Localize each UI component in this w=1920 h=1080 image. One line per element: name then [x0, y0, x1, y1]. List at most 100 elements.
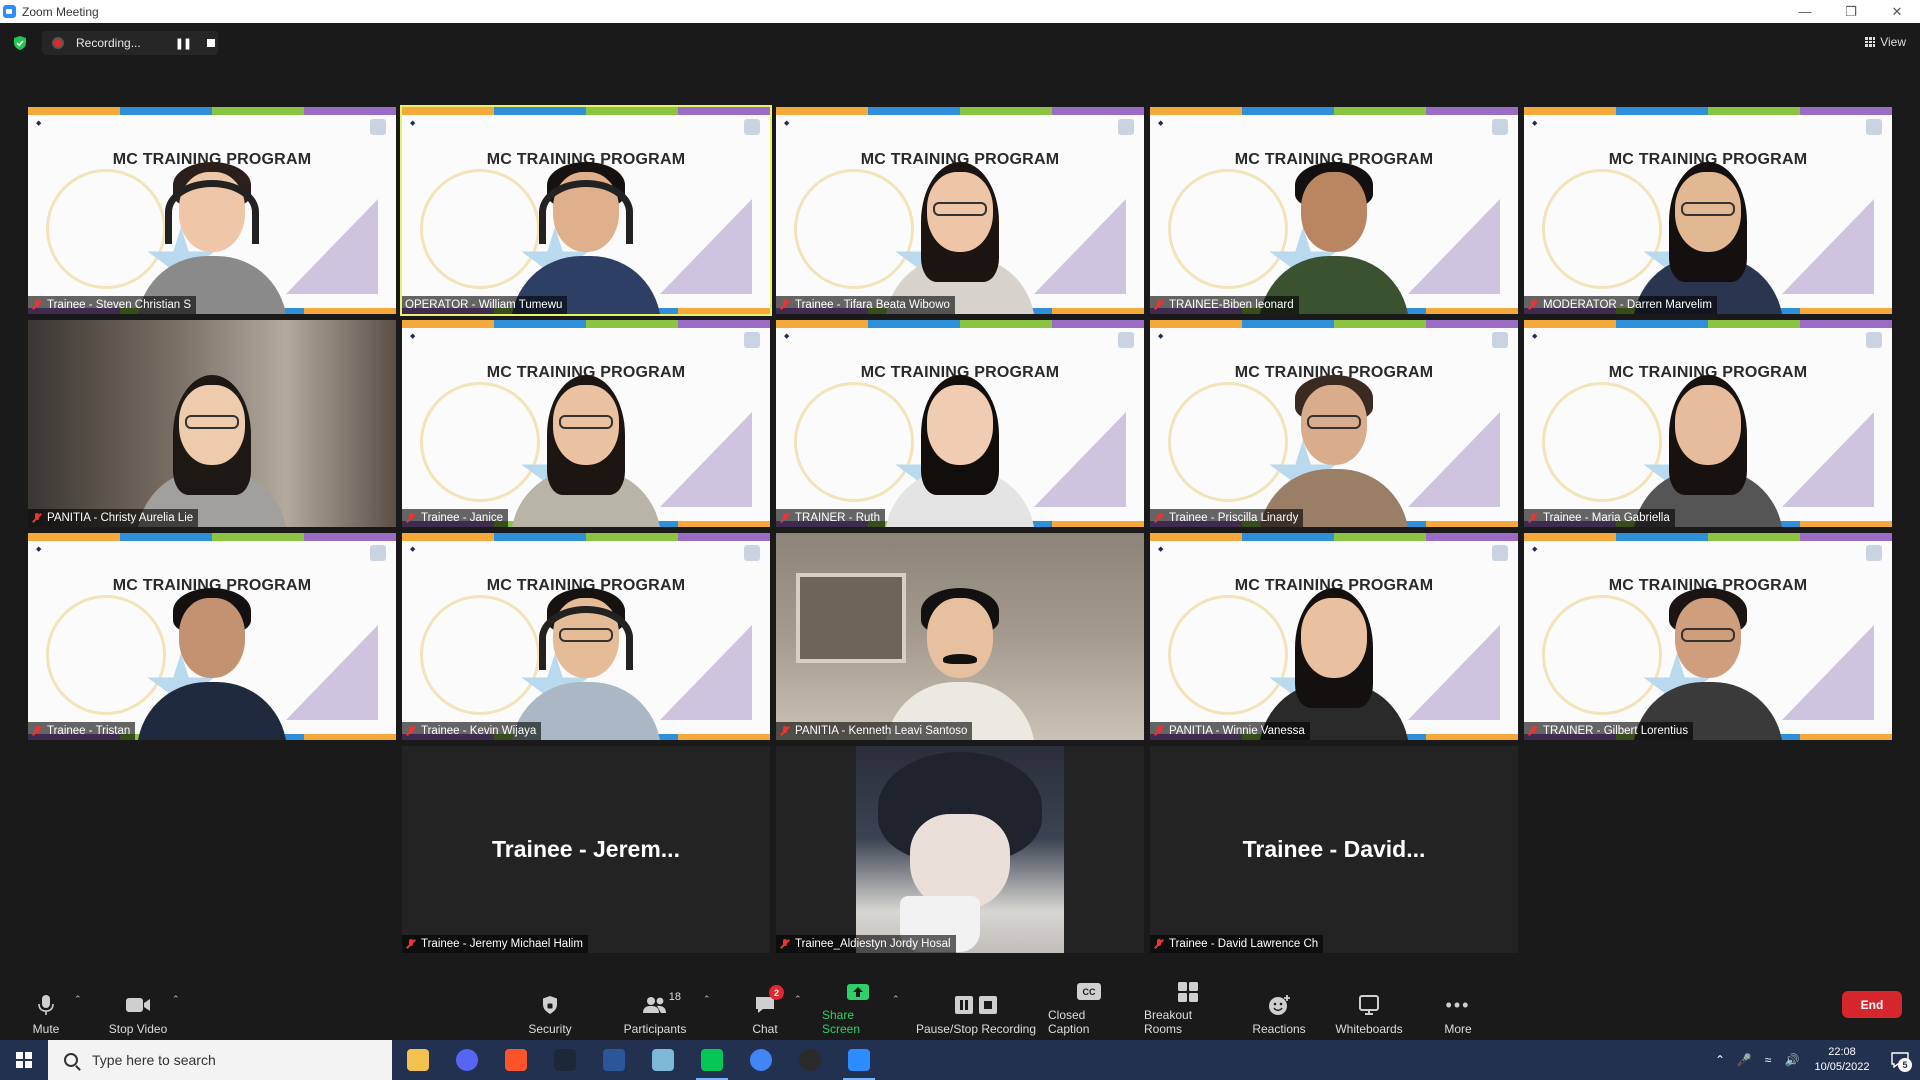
pause-recording-icon[interactable]: ❚❚	[175, 37, 192, 50]
participants-options-chevron-icon[interactable]: ⌃	[703, 994, 711, 1005]
closed-caption-button[interactable]: CC Closed Caption	[1048, 980, 1130, 1038]
participant-name-label: Trainee - Janice	[402, 509, 509, 527]
mic-muted-icon	[405, 512, 417, 524]
whiteboards-button[interactable]: Whiteboards	[1332, 980, 1406, 1038]
participant-tile[interactable]: ◆ MC TRAINING PROGRAM Trainee - Tristan	[28, 533, 396, 740]
share-options-chevron-icon[interactable]: ⌃	[892, 994, 900, 1005]
participant-name: MODERATOR - Darren Marvelim	[1543, 299, 1712, 311]
file-explorer-icon[interactable]	[394, 1040, 442, 1080]
stop-recording-icon[interactable]	[207, 39, 216, 47]
reactions-label: Reactions	[1252, 1022, 1306, 1036]
share-screen-button[interactable]: Share Screen	[822, 980, 894, 1038]
participant-video	[1259, 144, 1409, 314]
mic-muted-icon	[1527, 725, 1539, 737]
obs-icon[interactable]	[786, 1040, 834, 1080]
taskbar-clock[interactable]: 22:08 10/05/2022	[1804, 1045, 1880, 1075]
participant-name-label: Trainee - Steven Christian S	[28, 296, 197, 314]
participant-name-label: PANITIA - Christy Aurelia Lie	[28, 509, 199, 527]
participant-tile[interactable]: ◆ MC TRAINING PROGRAM MODERATOR - Darren M…	[1524, 107, 1892, 314]
binus-crest-icon	[1118, 332, 1134, 348]
stop-video-button[interactable]: Stop Video	[106, 980, 170, 1038]
window-controls: — ❐ ✕	[1782, 0, 1920, 23]
steam-icon[interactable]	[541, 1040, 589, 1080]
more-button[interactable]: ••• More	[1440, 980, 1476, 1038]
participant-tile[interactable]: Trainee - David... Trainee - David Lawren…	[1150, 746, 1518, 953]
participant-tile[interactable]: Trainee - Jerem... Trainee - Jeremy Micha…	[402, 746, 770, 953]
word-icon[interactable]	[590, 1040, 638, 1080]
end-meeting-button[interactable]: End	[1842, 991, 1902, 1018]
participant-tile[interactable]: PANITIA - Christy Aurelia Lie	[28, 320, 396, 527]
participant-tile[interactable]: ◆ MC TRAINING PROGRAM Trainee - Kevin Wija…	[402, 533, 770, 740]
participant-video	[1633, 570, 1783, 740]
participant-name: Trainee - Tristan	[47, 725, 131, 737]
participant-tile[interactable]: ◆ MC TRAINING PROGRAM Trainee - Tifara Bea…	[776, 107, 1144, 314]
view-button[interactable]: View	[1865, 35, 1906, 49]
volume-icon[interactable]: 🔊	[1780, 1053, 1804, 1067]
start-button[interactable]	[0, 1040, 48, 1080]
participant-tile[interactable]: PANITIA - Kenneth Leavi Santoso	[776, 533, 1144, 740]
binus-crest-icon	[1866, 119, 1882, 135]
video-options-chevron-icon[interactable]: ⌃	[172, 994, 180, 1005]
reactions-button[interactable]: Reactions	[1250, 980, 1308, 1038]
participant-name: Trainee - Kevin Wijaya	[421, 725, 537, 737]
participant-name-label: TRAINER - Ruth	[776, 509, 885, 527]
minimize-icon[interactable]: —	[1782, 0, 1828, 23]
mic-muted-icon	[31, 725, 43, 737]
pause-stop-recording-button[interactable]: Pause/Stop Recording	[914, 980, 1038, 1038]
participant-tile[interactable]: ◆ MC TRAINING PROGRAM Trainee - Maria Gabr…	[1524, 320, 1892, 527]
taskbar-search-box[interactable]: Type here to search	[48, 1040, 392, 1080]
close-icon[interactable]: ✕	[1874, 0, 1920, 23]
shield-check-icon[interactable]	[12, 35, 28, 51]
participant-tile[interactable]: ◆ MC TRAINING PROGRAM TRAINER - Ruth	[776, 320, 1144, 527]
participant-name: Trainee - Janice	[421, 512, 504, 524]
chat-options-chevron-icon[interactable]: ⌃	[794, 994, 802, 1005]
security-button[interactable]: Security	[526, 980, 574, 1038]
clock-time: 22:08	[1828, 1046, 1856, 1058]
participant-name-label: Trainee - Tifara Beata Wibowo	[776, 296, 955, 314]
brave-icon[interactable]	[492, 1040, 540, 1080]
participant-name-label: OPERATOR - William Tumewu	[402, 296, 568, 314]
binus-crest-icon	[1492, 332, 1508, 348]
share-screen-label: Share Screen	[822, 1008, 861, 1036]
participant-tile[interactable]: Trainee_Aldiestyn Jordy Hosal	[776, 746, 1144, 953]
participant-tile[interactable]: ◆ MC TRAINING PROGRAM TRAINEE-Biben leonar…	[1150, 107, 1518, 314]
participant-name: Trainee - Maria Gabriella	[1543, 512, 1670, 524]
breakout-rooms-button[interactable]: Breakout Rooms	[1144, 980, 1232, 1038]
participant-tile[interactable]: ◆ MC TRAINING PROGRAM PANITIA - Winnie Van…	[1150, 533, 1518, 740]
participant-tile[interactable]: ◆ MC TRAINING PROGRAM OPERATOR - William T…	[400, 105, 772, 316]
notepad-icon[interactable]	[639, 1040, 687, 1080]
participant-name: TRAINER - Gilbert Lorentius	[1543, 725, 1689, 737]
participant-name-label: Trainee - Maria Gabriella	[1524, 509, 1675, 527]
show-hidden-icons-chevron-icon[interactable]: ⌃	[1708, 1053, 1732, 1067]
binus-crest-icon	[370, 119, 386, 135]
binus-crest-icon	[744, 119, 760, 135]
chrome-icon[interactable]	[737, 1040, 785, 1080]
participant-tile[interactable]: ◆ MC TRAINING PROGRAM Trainee - Priscilla …	[1150, 320, 1518, 527]
participant-name: TRAINEE-Biben leonard	[1169, 299, 1294, 311]
zoom-icon[interactable]	[835, 1040, 883, 1080]
recording-dot-icon	[52, 37, 64, 49]
mute-button[interactable]: Mute	[27, 980, 65, 1038]
wifi-icon[interactable]: ≈	[1756, 1053, 1780, 1067]
binus-logo-icon: ◆	[784, 333, 790, 340]
cc-icon-text: CC	[1077, 983, 1101, 1000]
participants-icon: 18	[635, 991, 681, 1017]
share-screen-icon	[845, 980, 871, 1003]
more-dots-icon: •••	[1445, 994, 1471, 1015]
line-icon[interactable]	[688, 1040, 736, 1080]
mute-options-chevron-icon[interactable]: ⌃	[74, 994, 82, 1005]
restore-icon[interactable]: ❐	[1828, 0, 1874, 23]
participants-button[interactable]: 18 Participants	[622, 980, 688, 1038]
binus-crest-icon	[744, 332, 760, 348]
discord-icon[interactable]	[443, 1040, 491, 1080]
participant-tile[interactable]: ◆ MC TRAINING PROGRAM TRAINER - Gilbert Lo…	[1524, 533, 1892, 740]
action-center-icon[interactable]: 5	[1880, 1040, 1920, 1080]
participant-tile[interactable]: ◆ MC TRAINING PROGRAM Trainee - Janice	[402, 320, 770, 527]
clock-date: 10/05/2022	[1814, 1061, 1870, 1073]
tray-microphone-icon[interactable]: 🎤	[1732, 1053, 1756, 1067]
participant-tile[interactable]: ◆ MC TRAINING PROGRAM Trainee - Steven Chr…	[28, 107, 396, 314]
participant-name-label: TRAINER - Gilbert Lorentius	[1524, 722, 1694, 740]
breakout-rooms-icon	[1175, 980, 1201, 1003]
participant-name-label: TRAINEE-Biben leonard	[1150, 296, 1299, 314]
chat-button[interactable]: 2 Chat	[748, 980, 784, 1038]
